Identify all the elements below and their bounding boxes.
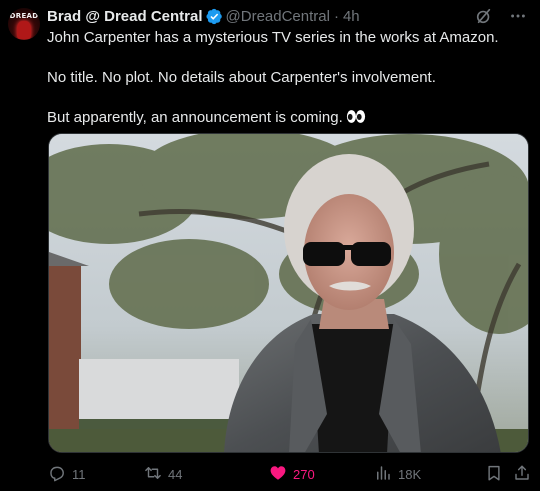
display-name[interactable]: Brad @ Dread Central xyxy=(47,8,203,25)
bookmark-icon xyxy=(485,464,503,485)
tweet-header: Brad @ Dread Central @DreadCentral · 4h xyxy=(47,6,528,26)
tweet-line-3: But apparently, an announcement is comin… xyxy=(47,109,343,126)
more-icon[interactable] xyxy=(508,6,528,26)
action-bar: 11 44 270 18K xyxy=(48,463,531,485)
avatar[interactable]: DREAD xyxy=(8,8,40,40)
photo-illustration xyxy=(49,134,528,452)
header-icons xyxy=(474,6,528,26)
tweet-line-3-wrap: But apparently, an announcement is comin… xyxy=(47,108,528,130)
tweet-line-1: John Carpenter has a mysterious TV serie… xyxy=(47,29,499,46)
like-button[interactable]: 270 xyxy=(269,464,315,485)
grok-icon[interactable] xyxy=(474,6,494,26)
tweet-content: Brad @ Dread Central @DreadCentral · 4h xyxy=(47,6,528,130)
tweet-line-2: No title. No plot. No details about Carp… xyxy=(47,69,436,86)
reply-button[interactable]: 11 xyxy=(48,464,86,485)
handle[interactable]: @DreadCentral xyxy=(226,8,330,25)
retweet-button[interactable]: 44 xyxy=(144,464,182,485)
reply-count: 11 xyxy=(72,466,86,482)
share-button[interactable] xyxy=(513,464,531,485)
tweet-photo[interactable] xyxy=(48,133,529,453)
bookmark-button[interactable] xyxy=(485,464,503,485)
timestamp[interactable]: 4h xyxy=(343,8,360,25)
views-button[interactable]: 18K xyxy=(374,464,421,485)
views-icon xyxy=(374,464,392,485)
heart-icon xyxy=(269,464,287,485)
share-icon xyxy=(513,464,531,485)
tweet[interactable]: DREAD Brad @ Dread Central @DreadCentral… xyxy=(0,0,540,491)
like-count: 270 xyxy=(293,466,315,482)
views-count: 18K xyxy=(398,466,422,482)
retweet-count: 44 xyxy=(168,466,183,482)
retweet-icon xyxy=(144,464,162,485)
verified-badge-icon[interactable] xyxy=(205,8,223,25)
avatar-figure xyxy=(17,21,31,39)
separator: · xyxy=(333,7,339,25)
tweet-text: John Carpenter has a mysterious TV serie… xyxy=(47,28,528,130)
reply-icon xyxy=(48,464,66,485)
avatar-logo-text: DREAD xyxy=(9,12,39,20)
eyes-emoji-icon xyxy=(346,109,366,130)
